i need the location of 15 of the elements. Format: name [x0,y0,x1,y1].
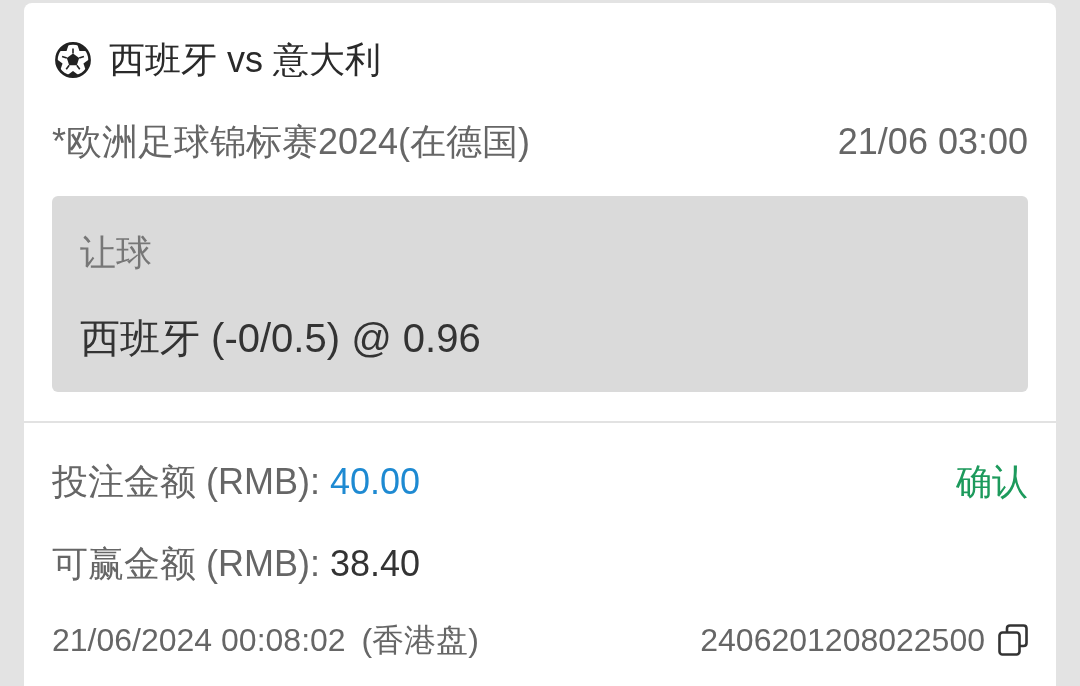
match-title: 西班牙 vs 意大利 [109,38,381,82]
bet-timestamp: 21/06/2024 00:08:02 [52,621,346,660]
kickoff-time: 21/06 03:00 [837,120,1028,164]
stake-label: 投注金额 (RMB): [52,460,320,504]
soccer-ball-icon [55,42,91,78]
market-label: 让球 [80,231,152,275]
payout-label: 可赢金额 (RMB): [52,542,320,586]
payout-amount: 38.40 [330,542,421,586]
ticket-number: 2406201208022500 [700,621,985,660]
league-name: *欧洲足球锦标赛2024(在德国) [52,120,531,164]
selection-pick: 西班牙 (-0/0.5) @ 0.96 [80,315,481,362]
stake-amount: 40.00 [330,460,421,504]
confirm-button[interactable]: 确认 [956,460,1028,504]
copy-icon[interactable] [998,624,1028,656]
odds-format: (香港盘) [361,621,479,660]
